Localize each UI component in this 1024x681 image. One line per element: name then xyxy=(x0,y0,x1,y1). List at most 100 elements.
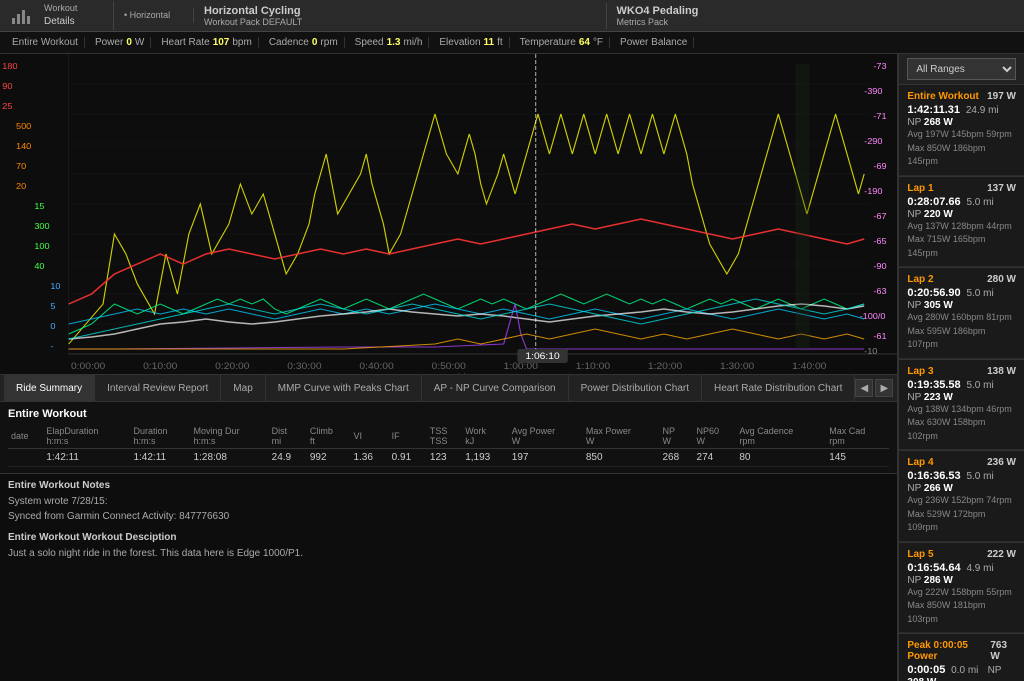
tab-power-dist[interactable]: Power Distribution Chart xyxy=(569,375,702,401)
metric-unit-6: °F xyxy=(593,37,603,48)
card-title-3: Lap 3 xyxy=(907,366,933,377)
col-avgcad: Avg Cadencerpm xyxy=(736,424,826,449)
tab-prev-button[interactable]: ◀ xyxy=(855,379,873,397)
tab-next-button[interactable]: ▶ xyxy=(875,379,893,397)
workout-card-6[interactable]: Peak 0:00:05 Power 763 W 0:00:05 0.0 mi … xyxy=(899,634,1024,681)
card-dist-5: 4.9 mi xyxy=(964,563,994,574)
workout-card-3[interactable]: Lap 3 138 W 0:19:35.58 5.0 mi NP 223 W A… xyxy=(899,360,1024,451)
workout-details-section[interactable]: Workout Details xyxy=(34,1,114,30)
card-time-4: 0:16:36.53 xyxy=(907,470,960,482)
tab-map[interactable]: Map xyxy=(221,375,265,401)
card-power-5: 222 W xyxy=(987,549,1016,560)
workout-chart[interactable]: 0:00:00 0:10:00 0:20:00 0:30:00 0:40:00 … xyxy=(0,54,897,374)
card-dist-6: 0.0 mi xyxy=(948,665,978,676)
card-stat-row-5: Max 850W 181bpm 103rpm xyxy=(907,599,1016,626)
workout-card-0[interactable]: Entire Workout 197 W 1:42:11.31 24.9 mi … xyxy=(899,85,1024,176)
tab-hr-dist[interactable]: Heart Rate Distribution Chart xyxy=(702,375,855,401)
card-time-3: 0:19:35.58 xyxy=(907,379,960,391)
cell-vi: 1.36 xyxy=(350,449,388,467)
description-title: Entire Workout Workout Desciption xyxy=(8,532,889,543)
workout-card-5[interactable]: Lap 5 222 W 0:16:54.64 4.9 mi NP 286 W A… xyxy=(899,543,1024,634)
metric-unit-2: bpm xyxy=(232,37,251,48)
tab-label-1: Interval Review Report xyxy=(107,383,208,394)
metric-power-balance[interactable]: Power Balance xyxy=(614,37,694,48)
card-title-6: Peak 0:00:05 Power xyxy=(907,640,990,662)
range-select[interactable]: All Ranges xyxy=(907,58,1016,80)
col-work: WorkkJ xyxy=(462,424,509,449)
card-stats-3: Avg 138W 134bpm 46rpmMax 630W 158bpm 102… xyxy=(907,403,1016,444)
top-bar: Workout Details • Horizontal Horizontal … xyxy=(0,0,1024,32)
metric-cadence[interactable]: Cadence 0 rpm xyxy=(263,37,345,48)
workout-card-2[interactable]: Lap 2 280 W 0:20:56.90 5.0 mi NP 305 W A… xyxy=(899,268,1024,359)
svg-text:5: 5 xyxy=(50,302,55,311)
svg-text:0:00:00: 0:00:00 xyxy=(71,362,105,372)
metrics-pack-title-section: WKO4 Pedaling Metrics Pack xyxy=(606,3,1019,29)
svg-text:1:40:00: 1:40:00 xyxy=(792,362,826,372)
card-time-0: 1:42:11.31 xyxy=(907,104,960,116)
workout-card-4[interactable]: Lap 4 236 W 0:16:36.53 5.0 mi NP 266 W A… xyxy=(899,451,1024,542)
col-movdur: Moving Durh:m:s xyxy=(191,424,269,449)
metric-entire-workout[interactable]: Entire Workout xyxy=(6,37,85,48)
col-np: NPW xyxy=(659,424,693,449)
card-time-dist-6: 0:00:05 0.0 mi NP 308 W xyxy=(907,664,1016,681)
svg-text:0:30:00: 0:30:00 xyxy=(287,362,321,372)
card-power-1: 137 W xyxy=(987,183,1016,194)
card-np-1: NP 220 W xyxy=(907,209,952,220)
summary-table: date ElapDurationh:m:s Durationh:m:s Mov… xyxy=(8,424,889,467)
svg-text:500: 500 xyxy=(16,122,31,131)
chart-icon[interactable] xyxy=(6,2,34,30)
card-header-1: Lap 1 137 W xyxy=(907,183,1016,194)
metric-val-2: 107 xyxy=(213,37,230,48)
tab-label-3: MMP Curve with Peaks Chart xyxy=(278,383,409,394)
card-np-5: NP 286 W xyxy=(907,575,952,586)
tab-label-0: Ride Summary xyxy=(16,383,82,394)
card-power-2: 280 W xyxy=(987,274,1016,285)
metric-power[interactable]: Power 0 W xyxy=(89,37,151,48)
svg-text:1:20:00: 1:20:00 xyxy=(648,362,682,372)
card-time-5: 0:16:54.64 xyxy=(907,562,960,574)
metric-elevation[interactable]: Elevation 11 ft xyxy=(433,37,509,48)
svg-text:140: 140 xyxy=(16,142,31,151)
main-content: 0:00:00 0:10:00 0:20:00 0:30:00 0:40:00 … xyxy=(0,54,1024,681)
tab-mmp-curve[interactable]: MMP Curve with Peaks Chart xyxy=(266,375,422,401)
metric-hr[interactable]: Heart Rate 107 bpm xyxy=(155,37,259,48)
card-time-dist-5: 0:16:54.64 4.9 mi NP 286 W xyxy=(907,562,1016,586)
card-dist-1: 5.0 mi xyxy=(964,197,994,208)
ride-summary-title: Entire Workout xyxy=(8,408,889,420)
col-elap: ElapDurationh:m:s xyxy=(43,424,130,449)
tab-interval-review[interactable]: Interval Review Report xyxy=(95,375,221,401)
svg-text:-190: -190 xyxy=(864,187,883,196)
card-stats-0: Avg 197W 145bpm 59rpmMax 850W 186bpm 145… xyxy=(907,128,1016,169)
svg-text:0:50:00: 0:50:00 xyxy=(432,362,466,372)
svg-text:-90: -90 xyxy=(873,262,886,271)
svg-text:0:10:00: 0:10:00 xyxy=(143,362,177,372)
workout-title-main: Horizontal Cycling xyxy=(204,5,596,17)
workout-card-1[interactable]: Lap 1 137 W 0:28:07.66 5.0 mi NP 220 W A… xyxy=(899,177,1024,268)
card-header-6: Peak 0:00:05 Power 763 W xyxy=(907,640,1016,662)
svg-text:1:30:00: 1:30:00 xyxy=(720,362,754,372)
card-stat-row-1: Avg 137W 128bpm 44rpm xyxy=(907,220,1016,234)
description-content: Just a solo night ride in the forest. Th… xyxy=(8,546,889,561)
tab-ap-np[interactable]: AP - NP Curve Comparison xyxy=(422,375,569,401)
card-stats-1: Avg 137W 128bpm 44rpmMax 715W 165bpm 145… xyxy=(907,220,1016,261)
svg-text:-10: -10 xyxy=(864,347,877,356)
card-dist-0: 24.9 mi xyxy=(963,105,999,116)
tab-ride-summary[interactable]: Ride Summary xyxy=(4,375,95,401)
tabs-bar: Ride Summary Interval Review Report Map … xyxy=(0,374,897,402)
horizontal-section[interactable]: • Horizontal xyxy=(114,8,194,24)
metric-speed[interactable]: Speed 1.3 mi/h xyxy=(349,37,430,48)
svg-text:40: 40 xyxy=(34,262,44,271)
metrics-pack-sub: Metrics Pack xyxy=(617,17,1009,27)
card-header-2: Lap 2 280 W xyxy=(907,274,1016,285)
card-stat-row-5: Avg 222W 158bpm 55rpm xyxy=(907,586,1016,600)
metric-val-3: 0 xyxy=(312,37,318,48)
cell-avgpow: 197 xyxy=(509,449,583,467)
chart-area[interactable]: 0:00:00 0:10:00 0:20:00 0:30:00 0:40:00 … xyxy=(0,54,897,374)
section-label-2: • Horizontal xyxy=(124,10,183,22)
workout-title-section: Horizontal Cycling Workout Pack DEFAULT xyxy=(194,3,606,29)
metric-name-4: Speed xyxy=(355,37,384,48)
metric-name-5: Elevation xyxy=(439,37,480,48)
metric-temperature[interactable]: Temperature 64 °F xyxy=(514,37,610,48)
col-climb: Climbft xyxy=(307,424,351,449)
card-stat-row-3: Avg 138W 134bpm 46rpm xyxy=(907,403,1016,417)
